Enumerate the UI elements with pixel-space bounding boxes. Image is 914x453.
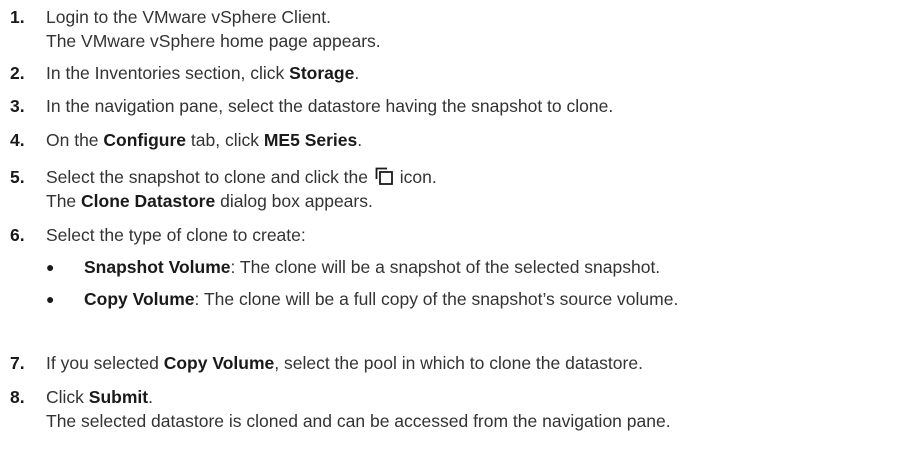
step-3: 3. In the navigation pane, select the da… bbox=[0, 94, 914, 118]
step-text-pre: Select the snapshot to clone and click t… bbox=[46, 167, 373, 187]
step-number: 7. bbox=[10, 353, 25, 373]
list-item: ● Copy Volume: The clone will be a full c… bbox=[46, 287, 678, 311]
step-text-pre: In the Inventories section, click bbox=[46, 63, 290, 83]
ui-term-me5-series: ME5 Series bbox=[263, 130, 358, 150]
step-text: Select the snapshot to clone and click t… bbox=[46, 165, 437, 189]
result-text-pre: The bbox=[46, 191, 82, 211]
step-text-post: , select the pool in which to clone the … bbox=[274, 353, 643, 373]
step-8: 8. Click Submit. The selected datastore … bbox=[0, 385, 914, 431]
clone-icon bbox=[375, 167, 393, 185]
step-1: 1. Login to the VMware vSphere Client. T… bbox=[0, 5, 914, 51]
step-2: 2. In the Inventories section, click Sto… bbox=[0, 61, 914, 85]
procedure-steps: 1. Login to the VMware vSphere Client. T… bbox=[0, 0, 914, 453]
ui-term-submit: Submit bbox=[88, 387, 149, 407]
step-text-post: . bbox=[357, 130, 363, 150]
step-number: 3. bbox=[10, 96, 25, 116]
step-text-pre: If you selected bbox=[46, 353, 164, 373]
list-item-text: : The clone will be a snapshot of the se… bbox=[230, 257, 661, 277]
step-text: In the Inventories section, click Storag… bbox=[46, 61, 359, 85]
step-text-pre: Click bbox=[46, 387, 89, 407]
ui-term-snapshot-volume: Snapshot Volume bbox=[84, 257, 231, 277]
step-text-mid: tab, click bbox=[186, 130, 264, 150]
step-number: 5. bbox=[10, 167, 25, 187]
step-7: 7. If you selected Copy Volume, select t… bbox=[0, 351, 914, 375]
step-4: 4. On the Configure tab, click ME5 Serie… bbox=[0, 128, 914, 152]
result-text-post: dialog box appears. bbox=[215, 191, 373, 211]
bullet: ● bbox=[46, 291, 55, 307]
step-6: 6. Select the type of clone to create: ●… bbox=[0, 223, 914, 309]
step-text-post: icon. bbox=[394, 167, 437, 187]
step-text: Login to the VMware vSphere Client. bbox=[46, 7, 332, 27]
step-text: Click Submit. bbox=[46, 385, 153, 409]
list-item: ● Snapshot Volume: The clone will be a sn… bbox=[46, 255, 660, 279]
step-text: In the navigation pane, select the datas… bbox=[46, 96, 614, 116]
step-number: 2. bbox=[10, 63, 25, 83]
step-text-pre: On the bbox=[46, 130, 104, 150]
step-text: If you selected Copy Volume, select the … bbox=[46, 351, 643, 375]
step-number: 1. bbox=[10, 7, 25, 27]
ui-term-clone-datastore: Clone Datastore bbox=[81, 191, 216, 211]
step-number: 4. bbox=[10, 130, 25, 150]
ui-term-copy-volume: Copy Volume bbox=[163, 353, 275, 373]
bullet: ● bbox=[46, 259, 55, 275]
step-number: 6. bbox=[10, 225, 25, 245]
ui-term-copy-volume: Copy Volume bbox=[84, 289, 195, 309]
step-text-post: . bbox=[148, 387, 153, 407]
step-result: The Clone Datastore dialog box appears. bbox=[46, 189, 373, 213]
list-item-text: : The clone will be a full copy of the s… bbox=[194, 289, 679, 309]
step-text: On the Configure tab, click ME5 Series. bbox=[46, 128, 362, 152]
step-result: The selected datastore is cloned and can… bbox=[46, 411, 671, 431]
step-result: The VMware vSphere home page appears. bbox=[46, 31, 381, 51]
ui-term-storage: Storage bbox=[289, 63, 355, 83]
step-5: 5. Select the snapshot to clone and clic… bbox=[0, 165, 914, 211]
step-number: 8. bbox=[10, 387, 25, 407]
step-text-post: . bbox=[354, 63, 360, 83]
ui-term-configure: Configure bbox=[103, 130, 187, 150]
step-text: Select the type of clone to create: bbox=[46, 225, 306, 245]
